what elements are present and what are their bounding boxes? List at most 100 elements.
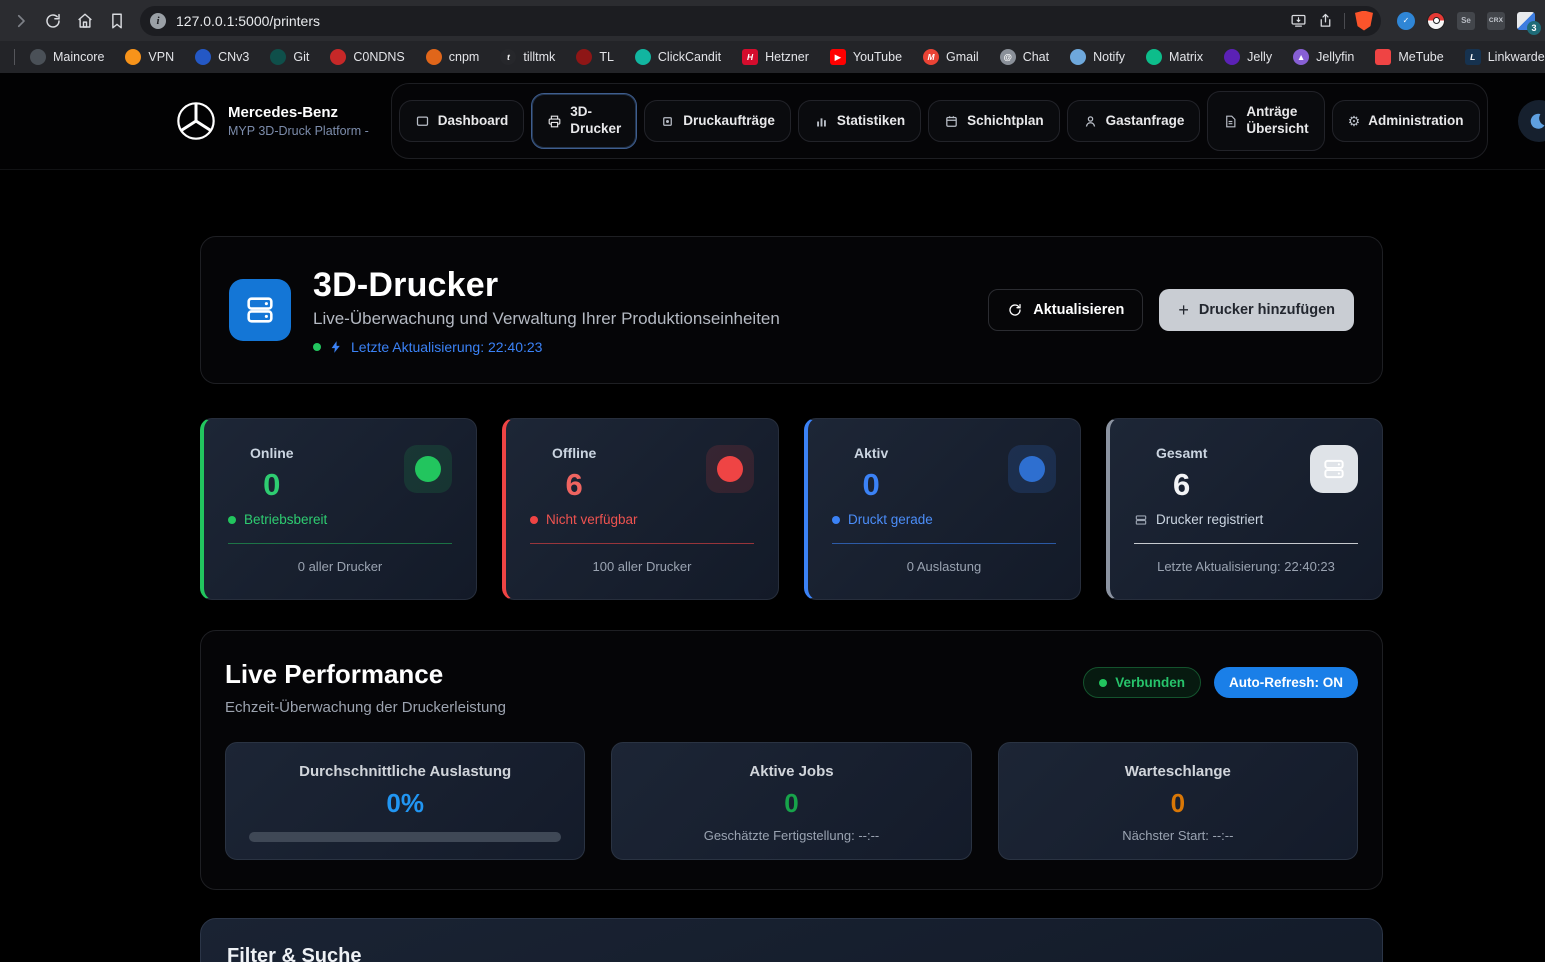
printer-icon	[547, 114, 562, 129]
tab-label: Administration	[1368, 113, 1463, 130]
stat-value: 6	[552, 469, 596, 500]
bookmark-hetzner[interactable]: HHetzner	[742, 49, 809, 65]
refresh-button[interactable]: Aktualisieren	[988, 289, 1143, 331]
bookmark-label: TL	[599, 50, 614, 64]
bookmark-icon[interactable]	[102, 6, 132, 36]
bookmark-cnpm[interactable]: cnpm	[426, 49, 480, 65]
bookmark-label: VPN	[148, 50, 174, 64]
bookmark-gmail[interactable]: MGmail	[923, 49, 979, 65]
tab-antraege-uebersicht[interactable]: Anträge Übersicht	[1207, 91, 1324, 151]
bookmark-c0ndns[interactable]: C0NDNS	[330, 49, 404, 65]
status-dot	[313, 343, 321, 351]
stat-title: Online	[250, 445, 294, 461]
bookmark-favicon: t	[500, 49, 516, 65]
pcard-value: 0	[999, 790, 1357, 816]
gear-icon: ⚙	[1348, 114, 1361, 128]
stat-value: 6	[1156, 469, 1207, 500]
bookmark-vpn[interactable]: VPN	[125, 49, 174, 65]
extensions-area: ✓ Se CRX 3	[1397, 12, 1535, 30]
auto-refresh-toggle[interactable]: Auto-Refresh: ON	[1214, 667, 1358, 698]
bookmark-tl[interactable]: TL	[576, 49, 614, 65]
bookmark-metube[interactable]: MeTube	[1375, 49, 1443, 65]
tab-statistiken[interactable]: Statistiken	[798, 100, 921, 143]
stat-card-aktiv: Aktiv 0 Druckt gerade 0 Auslastung	[804, 418, 1081, 600]
address-bar[interactable]: i 127.0.0.1:5000/printers	[140, 6, 1381, 36]
page: Mercedes-Benz MYP 3D-Druck Platform - Da…	[0, 73, 1545, 962]
tab-dashboard[interactable]: Dashboard	[399, 100, 525, 143]
bookmark-label: Git	[293, 50, 309, 64]
share-icon[interactable]	[1317, 12, 1334, 29]
cloud-extension-icon[interactable]: ✓	[1397, 12, 1415, 30]
stat-card-gesamt: Gesamt 6 Drucker registriert Letzte Aktu…	[1106, 418, 1383, 600]
bookmark-label: ClickCandit	[658, 50, 721, 64]
forward-icon[interactable]	[6, 6, 36, 36]
print-jobs-icon	[660, 114, 675, 129]
site-info-icon[interactable]: i	[150, 13, 166, 29]
url-text[interactable]: 127.0.0.1:5000/printers	[176, 13, 1290, 29]
bookmark-linkwarden[interactable]: LLinkwarden	[1465, 49, 1545, 65]
stat-footer: 0 Auslastung	[832, 559, 1056, 574]
tab-administration[interactable]: ⚙ Administration	[1332, 100, 1480, 143]
nav-right	[1518, 100, 1545, 142]
bookmark-maincore[interactable]: Maincore	[30, 49, 104, 65]
bookmark-favicon	[125, 49, 141, 65]
bolt-icon	[329, 340, 343, 354]
brand-subtitle: MYP 3D-Druck Platform -	[228, 124, 369, 138]
brave-shields-icon[interactable]	[1355, 11, 1373, 31]
add-printer-button[interactable]: + Drucker hinzufügen	[1159, 289, 1354, 331]
pcard-value: 0	[612, 790, 970, 816]
pokeball-extension-icon[interactable]	[1427, 12, 1445, 30]
bookmark-clickcandit[interactable]: ClickCandit	[635, 49, 721, 65]
active-status-icon	[1008, 445, 1056, 493]
offline-status-icon	[706, 445, 754, 493]
stats-row: Online 0 Betriebsbereit 0 aller Drucker …	[200, 418, 1383, 600]
bookmark-jelly[interactable]: Jelly	[1224, 49, 1272, 65]
reload-icon[interactable]	[38, 6, 68, 36]
stat-status: Drucker registriert	[1134, 512, 1358, 527]
stat-status-label: Drucker registriert	[1156, 512, 1263, 527]
home-icon[interactable]	[70, 6, 100, 36]
bookmark-tilltmk[interactable]: ttilltmk	[500, 49, 555, 65]
moon-icon	[1528, 110, 1545, 132]
refresh-button-label: Aktualisieren	[1033, 302, 1124, 318]
browser-toolbar: i 127.0.0.1:5000/printers ✓ Se CRX 3	[0, 0, 1545, 41]
document-icon	[1223, 114, 1238, 129]
selenium-extension-icon[interactable]: Se	[1457, 12, 1475, 30]
bookmark-notify[interactable]: Notify	[1070, 49, 1125, 65]
browser-chrome: i 127.0.0.1:5000/printers ✓ Se CRX 3 Mai…	[0, 0, 1545, 73]
server-small-icon	[1134, 513, 1148, 527]
bookmark-label: Gmail	[946, 50, 979, 64]
bookmark-chat[interactable]: @Chat	[1000, 49, 1049, 65]
bookmark-favicon	[576, 49, 592, 65]
bookmark-favicon	[1146, 49, 1162, 65]
tab-druckauftraege[interactable]: Druckaufträge	[644, 100, 791, 143]
stat-card-online: Online 0 Betriebsbereit 0 aller Drucker	[200, 418, 477, 600]
bookmark-label: cnpm	[449, 50, 480, 64]
bookmark-favicon: @	[1000, 49, 1016, 65]
status-dot	[228, 516, 236, 524]
bookmark-favicon	[1375, 49, 1391, 65]
utilization-progressbar	[249, 832, 561, 842]
shield-extension-icon[interactable]: 3	[1517, 12, 1535, 30]
last-update-status: Letzte Aktualisierung: 22:40:23	[313, 339, 780, 355]
bookmark-jellyfin[interactable]: ▲Jellyfin	[1293, 49, 1354, 65]
stat-status-label: Druckt gerade	[848, 512, 933, 527]
stat-status: Druckt gerade	[832, 512, 1056, 527]
filter-title: Filter & Suche	[227, 945, 1356, 962]
bookmark-matrix[interactable]: Matrix	[1146, 49, 1203, 65]
bookmark-cnv3[interactable]: CNv3	[195, 49, 249, 65]
connected-label: Verbunden	[1115, 675, 1185, 690]
person-icon	[1083, 114, 1098, 129]
pcard-title: Aktive Jobs	[612, 763, 970, 780]
bookmark-favicon	[635, 49, 651, 65]
reading-mode-icon[interactable]	[1290, 12, 1307, 29]
tab-schichtplan[interactable]: Schichtplan	[928, 100, 1060, 143]
stat-status-label: Nicht verfügbar	[546, 512, 638, 527]
crx-extension-icon[interactable]: CRX	[1487, 12, 1505, 30]
bookmark-git[interactable]: Git	[270, 49, 309, 65]
theme-toggle-button[interactable]	[1518, 100, 1545, 142]
brand[interactable]: Mercedes-Benz MYP 3D-Druck Platform -	[176, 101, 369, 141]
tab-gastanfrage[interactable]: Gastanfrage	[1067, 100, 1201, 143]
bookmark-youtube[interactable]: ▶YouTube	[830, 49, 902, 65]
tab-3d-drucker[interactable]: 3D-Drucker	[531, 93, 637, 149]
